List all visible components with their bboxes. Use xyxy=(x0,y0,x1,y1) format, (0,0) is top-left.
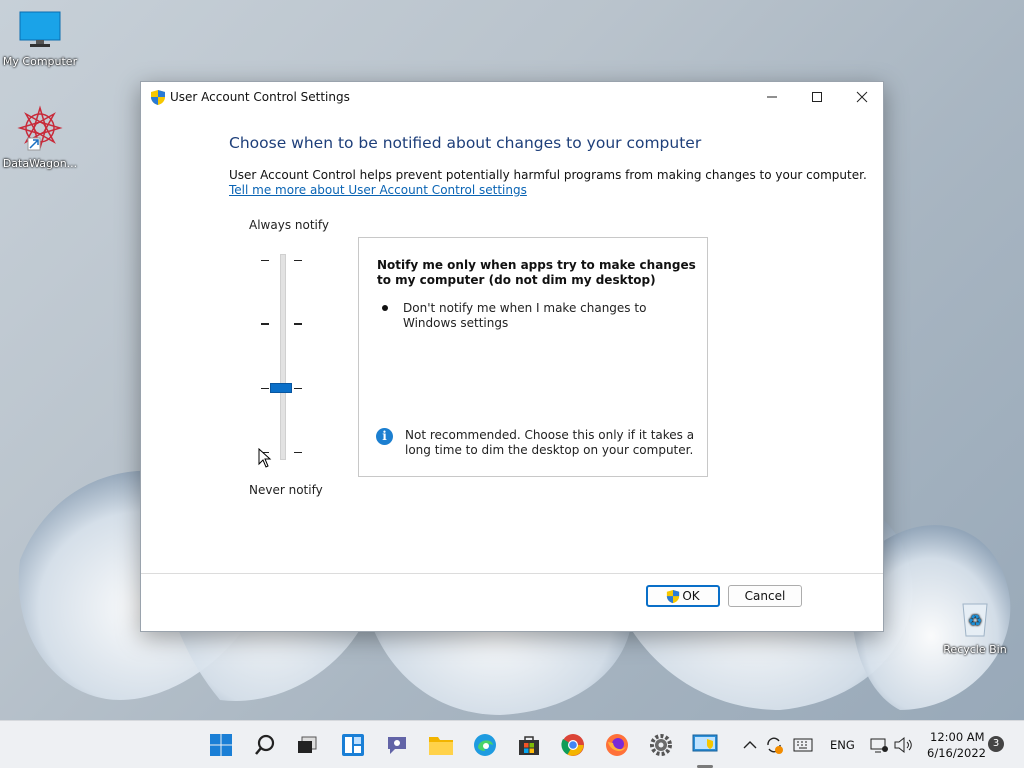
svg-text:♻: ♻ xyxy=(968,611,982,630)
chrome-button[interactable] xyxy=(559,731,587,759)
edge-button[interactable] xyxy=(471,731,499,759)
chat-icon xyxy=(388,737,406,754)
clock-date[interactable]: 6/16/2022 xyxy=(927,746,986,760)
task-view-icon xyxy=(298,736,317,753)
slider-bottom-label: Never notify xyxy=(249,483,323,497)
search-button[interactable] xyxy=(251,731,279,759)
volume-tray-button[interactable] xyxy=(891,731,915,759)
level-description-box: Notify me only when apps try to make cha… xyxy=(358,237,708,477)
sync-icon xyxy=(767,737,783,754)
slider-tick xyxy=(294,452,302,453)
maximize-icon xyxy=(812,92,822,102)
page-heading: Choose when to be notified about changes… xyxy=(229,134,702,152)
volume-icon xyxy=(894,736,912,754)
desktop-icon-recycle-bin[interactable]: ♻ Recycle Bin xyxy=(935,598,1015,656)
ok-button[interactable]: OK xyxy=(646,585,720,607)
window-title: User Account Control Settings xyxy=(170,90,350,104)
level-title: Notify me only when apps try to make cha… xyxy=(377,258,696,287)
shield-icon xyxy=(151,90,165,105)
shield-icon xyxy=(667,589,680,603)
bullet-icon xyxy=(382,305,388,311)
network-tray-button[interactable] xyxy=(867,731,891,759)
minimize-icon xyxy=(767,96,777,98)
file-explorer-button[interactable] xyxy=(427,731,455,759)
mouse-cursor-icon xyxy=(258,448,272,468)
monitor-icon xyxy=(19,11,61,47)
help-link[interactable]: Tell me more about User Account Control … xyxy=(229,183,527,197)
keyboard-icon xyxy=(793,738,813,752)
slider-tick xyxy=(294,323,302,325)
touch-keyboard-button[interactable] xyxy=(790,731,816,759)
description-text: User Account Control helps prevent poten… xyxy=(229,168,867,182)
store-icon xyxy=(519,736,539,755)
recycle-bin-icon: ♻ xyxy=(962,603,988,637)
slider-tick xyxy=(261,260,269,261)
uac-settings-taskbar-button[interactable] xyxy=(691,731,719,759)
desktop-icon-datawagon[interactable]: DataWagon... xyxy=(0,104,80,170)
footer-divider xyxy=(141,573,883,574)
file-explorer-icon xyxy=(429,737,453,755)
show-hidden-icons-button[interactable] xyxy=(738,731,762,759)
firefox-icon xyxy=(606,734,628,756)
uac-settings-window: User Account Control Settings Choose whe… xyxy=(140,81,884,632)
language-indicator[interactable]: ENG xyxy=(830,738,855,752)
cancel-button[interactable]: Cancel xyxy=(728,585,802,607)
close-button[interactable] xyxy=(839,82,885,112)
firefox-button[interactable] xyxy=(603,731,631,759)
maximize-button[interactable] xyxy=(794,82,840,112)
notification-count-badge[interactable]: 3 xyxy=(988,736,1004,752)
search-icon xyxy=(255,734,275,755)
widgets-button[interactable] xyxy=(339,731,367,759)
level-bullet-text: Don't notify me when I make changes to W… xyxy=(403,301,647,330)
desktop-icon-label: My Computer xyxy=(2,55,78,68)
settings-icon xyxy=(650,734,672,756)
slider-tick xyxy=(261,388,269,389)
desktop-icon-label: DataWagon... xyxy=(2,157,78,170)
cancel-button-label: Cancel xyxy=(744,589,786,603)
title-bar[interactable]: User Account Control Settings xyxy=(141,82,883,112)
slider-top-label: Always notify xyxy=(249,218,329,232)
start-button[interactable] xyxy=(207,731,235,759)
slider-thumb[interactable] xyxy=(270,383,292,393)
desktop-icon-label: Recycle Bin xyxy=(943,643,1007,656)
info-icon: i xyxy=(376,428,393,445)
slider-tick xyxy=(294,388,302,389)
chat-button[interactable] xyxy=(383,731,411,759)
start-icon xyxy=(210,734,232,756)
network-icon xyxy=(870,738,888,753)
chevron-up-icon xyxy=(743,741,757,749)
settings-button[interactable] xyxy=(647,731,675,759)
chrome-icon xyxy=(561,734,584,756)
store-button[interactable] xyxy=(515,731,543,759)
task-view-button[interactable] xyxy=(293,731,321,759)
slider-track[interactable] xyxy=(280,254,286,460)
slider-tick xyxy=(294,260,302,261)
datawagon-icon xyxy=(17,105,63,151)
close-icon xyxy=(856,91,868,103)
taskbar: ENG 12:00 AM 6/16/2022 xyxy=(0,720,1024,768)
uac-settings-icon xyxy=(692,734,718,752)
clock-time[interactable]: 12:00 AM xyxy=(930,730,985,744)
minimize-button[interactable] xyxy=(749,82,795,112)
desktop-icon-my-computer[interactable]: My Computer xyxy=(0,10,80,68)
sync-tray-button[interactable] xyxy=(762,731,786,759)
slider-tick xyxy=(261,323,269,325)
edge-icon xyxy=(474,734,496,756)
ok-button-label: OK xyxy=(682,589,700,603)
notification-level-slider[interactable] xyxy=(257,250,307,464)
widgets-icon xyxy=(342,734,364,756)
level-note: Not recommended. Choose this only if it … xyxy=(405,428,695,457)
